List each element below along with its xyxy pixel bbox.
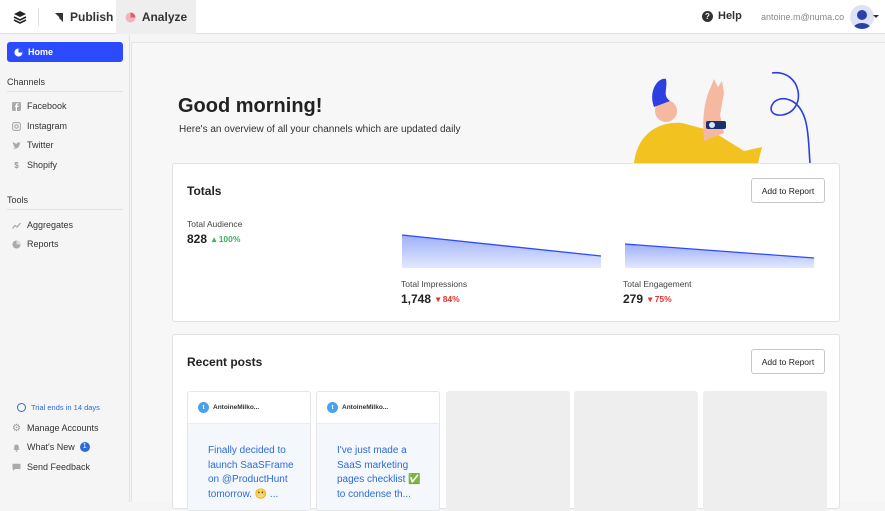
main-content: Good morning! Here's an overview of all … <box>131 42 885 511</box>
instagram-icon <box>12 121 21 131</box>
sidebar-item-label: Instagram <box>27 121 68 131</box>
post-card[interactable]: t AntoineMilko... Finally decided to lau… <box>187 391 311 511</box>
total-impressions-value: 1,748 ▾ 84% <box>401 292 460 306</box>
add-to-report-button[interactable]: Add to Report <box>751 349 825 374</box>
buffer-logo-icon[interactable] <box>12 9 28 25</box>
arrow-up-icon: ▴ <box>212 233 217 244</box>
post-author: AntoineMilko... <box>342 404 389 411</box>
paper-plane-icon <box>53 12 63 22</box>
sidebar-item-instagram[interactable]: Instagram <box>12 121 67 131</box>
shopify-icon: $ <box>14 160 19 170</box>
question-icon: ? <box>702 10 713 22</box>
post-placeholder <box>574 391 698 511</box>
bell-icon <box>12 443 21 452</box>
sidebar-item-twitter[interactable]: Twitter <box>12 140 54 150</box>
top-bar: Publish Analyze ? Help antoine.m@numa.co <box>0 0 885 34</box>
user-icon <box>853 10 871 29</box>
gear-icon: ⚙ <box>12 422 21 434</box>
card-title: Recent posts <box>187 355 263 369</box>
sidebar-item-whats-new[interactable]: What's New 1 <box>12 442 90 452</box>
trial-text: Trial ends in 14 days <box>31 403 100 412</box>
twitter-icon: t <box>327 402 338 413</box>
post-author: AntoineMilko... <box>213 404 260 411</box>
waving-person-illustration <box>634 72 811 163</box>
divider <box>7 91 123 92</box>
tab-publish[interactable]: Publish <box>53 0 115 34</box>
metric-label: Total Engagement <box>623 279 692 289</box>
post-header: t AntoineMilko... <box>317 392 439 424</box>
totals-card: Totals Add to Report Total Audience 828 … <box>172 163 840 322</box>
sidebar-item-facebook[interactable]: Facebook <box>12 101 67 111</box>
sidebar-item-label: Send Feedback <box>27 462 91 472</box>
page-subtitle: Here's an overview of all your channels … <box>179 124 461 135</box>
clock-icon <box>17 403 26 412</box>
sidebar-item-label: Facebook <box>27 101 67 111</box>
sidebar-item-label: Aggregates <box>27 220 74 230</box>
chevron-down-icon[interactable] <box>873 15 879 18</box>
card-title: Totals <box>187 184 222 198</box>
total-engagement-value: 279 ▾ 75% <box>623 292 672 306</box>
metric-value: 1,748 <box>401 292 432 306</box>
recent-posts-card: Recent posts Add to Report t AntoineMilk… <box>172 334 840 511</box>
engagement-sparkline <box>624 243 815 268</box>
user-email: antoine.m@numa.co <box>761 12 845 22</box>
pie-chart-icon <box>12 239 21 249</box>
post-text: I've just made a SaaS marketing pages ch… <box>317 424 439 510</box>
sidebar-item-shopify[interactable]: $ Shopify <box>12 160 57 170</box>
change-value: 100% <box>218 233 241 244</box>
sidebar-item-label: Home <box>28 47 54 57</box>
sidebar-item-label: Manage Accounts <box>27 423 99 433</box>
pie-chart-icon <box>125 12 136 22</box>
avatar[interactable] <box>850 5 874 29</box>
post-placeholder <box>446 391 570 511</box>
twitter-icon: t <box>198 402 209 413</box>
impressions-sparkline <box>401 234 602 268</box>
divider <box>7 209 123 210</box>
pie-chart-icon <box>14 47 23 57</box>
help-label: Help <box>718 10 742 22</box>
line-chart-icon <box>12 221 21 230</box>
tab-analyze[interactable]: Analyze <box>116 0 196 34</box>
sidebar-item-label: What's New <box>27 442 75 452</box>
metric-change: ▴ 100% <box>212 234 240 245</box>
sidebar-item-label: Shopify <box>27 160 58 170</box>
post-text: Finally decided to launch SaaSFrame on @… <box>188 424 310 510</box>
facebook-icon <box>12 101 21 111</box>
chat-icon <box>12 463 21 472</box>
post-placeholder <box>703 391 827 511</box>
metric-label: Total Impressions <box>401 279 468 289</box>
arrow-down-icon: ▾ <box>648 293 653 304</box>
tab-label: Analyze <box>141 10 188 24</box>
tab-label: Publish <box>70 10 114 24</box>
tools-heading: Tools <box>7 195 29 205</box>
divider <box>38 8 39 26</box>
change-value: 75% <box>654 293 672 304</box>
sidebar: Home Channels Facebook Instagram Twitter… <box>0 35 130 502</box>
trial-link[interactable]: Trial ends in 14 days <box>17 403 100 412</box>
twitter-icon <box>12 141 21 150</box>
add-to-report-button[interactable]: Add to Report <box>751 178 825 203</box>
sidebar-item-label: Twitter <box>27 140 54 150</box>
sidebar-item-label: Reports <box>27 239 59 249</box>
help-button[interactable]: ? Help <box>702 10 742 22</box>
metric-value: 279 <box>623 292 644 306</box>
sidebar-item-reports[interactable]: Reports <box>12 239 59 249</box>
sidebar-item-aggregates[interactable]: Aggregates <box>12 220 73 230</box>
channels-heading: Channels <box>7 77 46 87</box>
page-title: Good morning! <box>178 95 323 117</box>
sidebar-item-manage-accounts[interactable]: ⚙ Manage Accounts <box>12 422 99 434</box>
post-header: t AntoineMilko... <box>188 392 310 424</box>
sidebar-item-send-feedback[interactable]: Send Feedback <box>12 462 90 472</box>
metric-label: Total Audience <box>187 219 243 229</box>
post-card[interactable]: t AntoineMilko... I've just made a SaaS … <box>316 391 440 511</box>
arrow-down-icon: ▾ <box>436 293 441 304</box>
metric-value: 828 <box>187 232 208 246</box>
change-value: 84% <box>442 293 460 304</box>
metric-change: ▾ 84% <box>436 294 460 305</box>
total-audience-value: 828 ▴ 100% <box>187 232 240 246</box>
sidebar-item-home[interactable]: Home <box>7 42 123 62</box>
notification-badge: 1 <box>79 442 90 452</box>
metric-change: ▾ 75% <box>648 294 672 305</box>
